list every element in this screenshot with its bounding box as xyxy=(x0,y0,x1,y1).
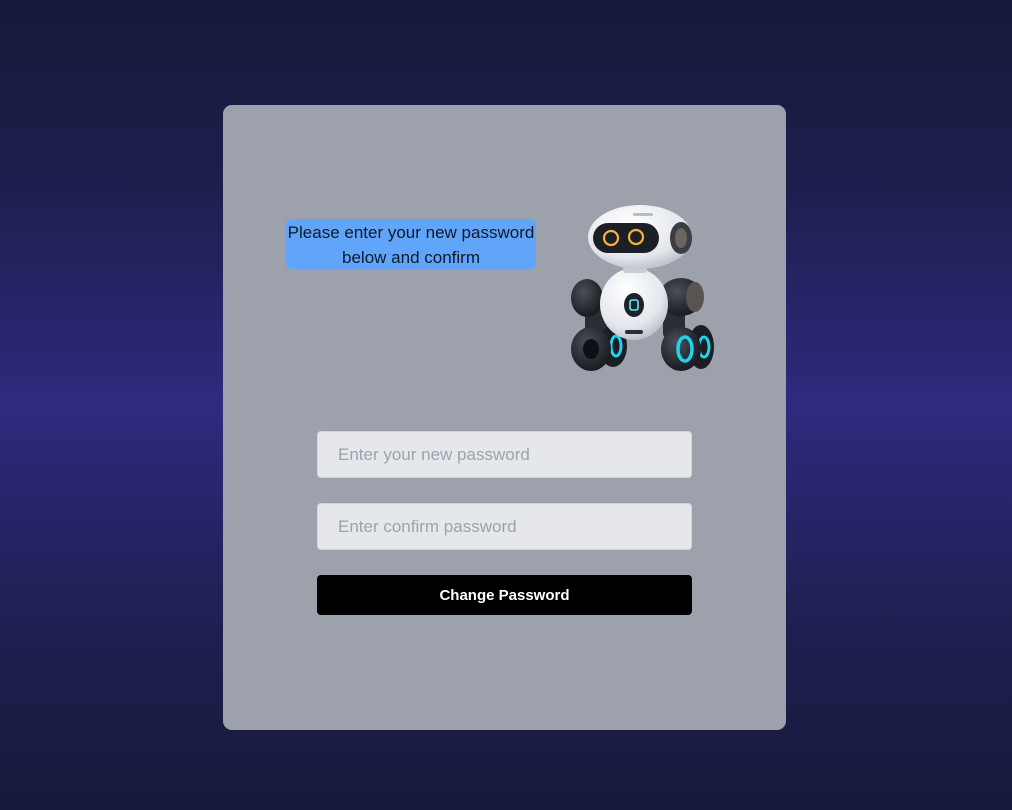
robot-mascot-image xyxy=(571,205,714,371)
reset-password-card: Please enter your new password below and… xyxy=(223,105,786,730)
new-password-input[interactable] xyxy=(317,431,692,478)
confirm-password-input[interactable] xyxy=(317,503,692,550)
change-password-button[interactable]: Change Password xyxy=(317,575,692,615)
instruction-speech-bubble: Please enter your new password below and… xyxy=(286,219,536,269)
